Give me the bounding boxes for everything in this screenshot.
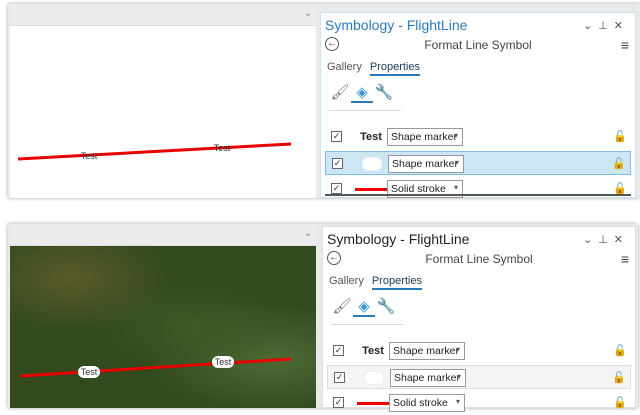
wrench-icon[interactable]: 🔧: [375, 297, 397, 315]
layer-preview: [356, 370, 392, 386]
layer-preview: Test: [360, 131, 382, 143]
svg-text:Test: Test: [214, 143, 231, 153]
line-label: Test: [214, 143, 231, 153]
line-label: Test: [78, 366, 100, 378]
lock-icon[interactable]: 🔓: [612, 157, 626, 170]
svg-text:Test: Test: [81, 367, 98, 377]
tab-gallery[interactable]: Gallery: [327, 61, 362, 73]
layer-row[interactable]: ✓ Test Shape marker 🔓: [325, 125, 631, 149]
wrench-icon[interactable]: 🔧: [373, 83, 395, 101]
pane-controls[interactable]: ⌄⊥✕: [583, 233, 629, 246]
map-canvas[interactable]: Test Test: [10, 26, 316, 198]
layer-row[interactable]: ✓ Shape marker 🔓: [325, 151, 631, 175]
line-label: Test: [81, 151, 98, 161]
map-header: ⌄: [10, 224, 316, 246]
arcgis-screenshot-1: ⌄ Test Test Symbology - FlightLine ⌄⊥✕ ← …: [8, 4, 640, 198]
layer-preview: Test: [362, 345, 384, 357]
layers-icon[interactable]: ◈: [351, 83, 373, 103]
layer-visibility-checkbox[interactable]: ✓: [334, 372, 345, 383]
layer-type-dropdown[interactable]: Shape marker: [390, 369, 466, 387]
chevron-down-icon[interactable]: ⌄: [304, 228, 312, 239]
map-canvas[interactable]: Test Test: [10, 246, 316, 408]
layer-preview: [355, 395, 391, 411]
layer-type-dropdown[interactable]: Shape marker: [388, 155, 464, 173]
map-header: ⌄: [10, 4, 316, 26]
chevron-down-icon[interactable]: ⌄: [304, 8, 312, 19]
divider: [325, 194, 631, 196]
menu-icon[interactable]: ≡: [621, 251, 629, 267]
lock-icon[interactable]: 🔓: [613, 130, 627, 143]
pane-controls[interactable]: ⌄⊥✕: [583, 19, 629, 32]
brush-icon[interactable]: 🖌: [331, 297, 353, 315]
layer-visibility-checkbox[interactable]: ✓: [331, 183, 342, 194]
symbology-pane: Symbology - FlightLine ⌄⊥✕ ← Format Line…: [322, 226, 636, 412]
line-label: Test: [212, 356, 234, 368]
flight-line[interactable]: [17, 142, 292, 161]
brush-icon[interactable]: 🖌: [329, 83, 351, 101]
tab-properties[interactable]: Properties: [371, 275, 422, 290]
pane-subtitle: Format Line Symbol: [425, 252, 533, 266]
lock-icon[interactable]: 🔓: [612, 371, 626, 384]
pane-subtitle: Format Line Symbol: [424, 38, 532, 52]
menu-icon[interactable]: ≡: [621, 37, 629, 53]
tab-properties[interactable]: Properties: [369, 61, 420, 76]
layer-row[interactable]: ✓ Test Shape marker 🔓: [327, 339, 631, 363]
pane-title: Symbology - FlightLine: [325, 17, 468, 33]
lock-icon[interactable]: 🔓: [613, 344, 627, 357]
layer-visibility-checkbox[interactable]: ✓: [331, 131, 342, 142]
svg-text:Test: Test: [215, 357, 232, 367]
symbology-pane: Symbology - FlightLine ⌄⊥✕ ← Format Line…: [320, 12, 636, 198]
map-view[interactable]: ⌄ Test Test: [10, 224, 316, 408]
pane-title: Symbology - FlightLine: [327, 231, 470, 247]
layer-visibility-checkbox[interactable]: ✓: [333, 345, 344, 356]
layer-preview: [354, 156, 390, 172]
tab-gallery[interactable]: Gallery: [329, 275, 364, 287]
layer-visibility-checkbox[interactable]: ✓: [332, 158, 343, 169]
layer-visibility-checkbox[interactable]: ✓: [333, 397, 344, 408]
layer-type-dropdown[interactable]: Shape marker: [389, 342, 465, 360]
lock-icon[interactable]: 🔓: [613, 396, 627, 409]
layer-type-dropdown[interactable]: Shape marker: [387, 128, 463, 146]
flight-line[interactable]: [19, 357, 292, 378]
layers-icon[interactable]: ◈: [353, 297, 375, 317]
map-view[interactable]: ⌄ Test Test: [10, 4, 316, 198]
layer-type-dropdown[interactable]: Solid stroke: [389, 394, 465, 412]
layer-row[interactable]: ✓ Solid stroke 🔓: [325, 177, 631, 201]
svg-text:Test: Test: [81, 151, 98, 161]
layer-row[interactable]: ✓ Solid stroke 🔓: [327, 391, 631, 415]
arcgis-screenshot-2: ⌄ Test Test Symbology - FlightLine ⌄⊥✕ ← …: [8, 224, 638, 412]
layer-row[interactable]: ✓ Shape marker 🔓: [327, 365, 631, 389]
